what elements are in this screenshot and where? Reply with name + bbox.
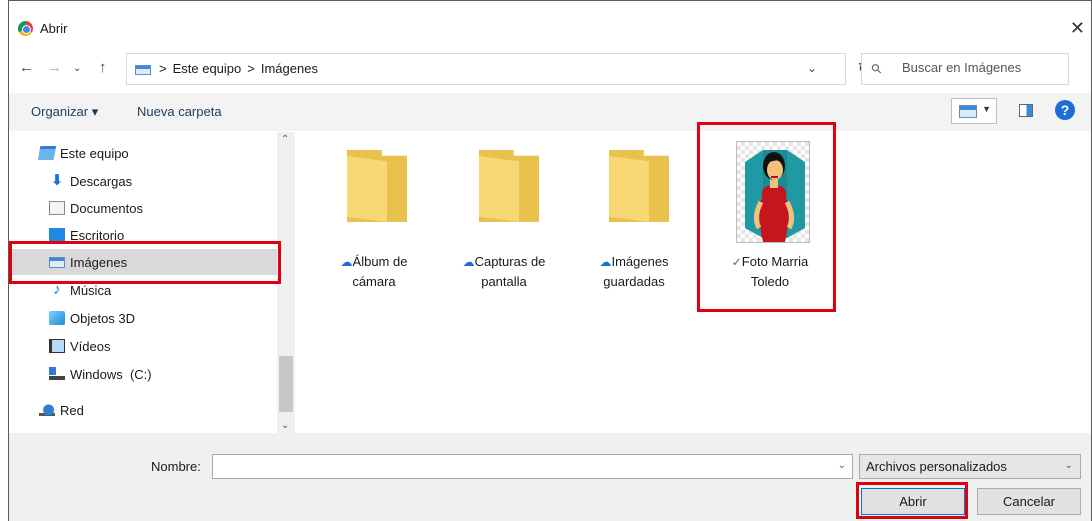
sidebar-item-label: Música: [70, 282, 112, 298]
chevron-down-icon[interactable]: ⌄: [838, 460, 846, 471]
sidebar-item-label: Red: [60, 402, 84, 418]
folder-icon: [347, 150, 407, 222]
organize-menu[interactable]: Organizar ▾: [31, 104, 98, 120]
sidebar-item-imagenes[interactable]: Imágenes: [9, 249, 277, 275]
file-name: ✓Foto Marria Toledo: [731, 254, 809, 289]
scroll-down-icon[interactable]: ⌄: [281, 420, 289, 431]
scrollbar-thumb[interactable]: [279, 356, 293, 412]
file-type-select[interactable]: Archivos personalizados ⌄: [859, 454, 1081, 479]
sidebar-item-label: Descargas: [70, 173, 133, 189]
address-dropdown-icon[interactable]: ⌄: [807, 61, 817, 75]
sidebar-item-label: Objetos 3D: [70, 310, 136, 326]
file-list: ☁Álbum de cámara ☁Capturas de pantalla ☁Im…: [299, 132, 1089, 433]
cloud-icon: ☁: [340, 255, 353, 269]
breadcrumb-separator: >: [247, 61, 255, 76]
pictures-location-icon: [135, 65, 151, 75]
sidebar-item-descargas[interactable]: ⬇ Descargas: [9, 168, 277, 194]
scroll-up-icon[interactable]: ⌃: [281, 134, 289, 145]
sidebar-item-label: Escritorio: [70, 227, 125, 243]
chevron-down-icon: ⌄: [1064, 460, 1073, 471]
search-input[interactable]: [902, 60, 1062, 75]
desktop-icon: [49, 228, 65, 242]
close-icon[interactable]: ✕: [1070, 19, 1085, 37]
breadcrumb-este-equipo[interactable]: Este equipo: [173, 61, 242, 76]
sidebar-item-objetos-3d[interactable]: Objetos 3D: [9, 305, 277, 331]
file-type-value: Archivos personalizados: [866, 459, 1007, 474]
drive-icon: [49, 367, 65, 381]
file-name: ☁Imágenes guardadas: [599, 254, 669, 289]
arrow-left-icon[interactable]: ←: [19, 59, 34, 76]
chrome-icon: [18, 21, 33, 36]
folder-imagenes-guardadas[interactable]: ☁Imágenes guardadas: [579, 132, 689, 292]
file-name-combobox[interactable]: ⌄: [212, 454, 853, 479]
photo-thumbnail[interactable]: [736, 141, 810, 243]
address-bar[interactable]: > Este equipo > Imágenes ⌄ ↻: [126, 53, 871, 85]
sidebar-item-este-equipo[interactable]: Este equipo: [9, 140, 277, 166]
new-folder-button[interactable]: Nueva carpeta: [137, 104, 222, 119]
navigation-pane: Este equipo ⬇ Descargas Documentos Escri…: [9, 132, 297, 433]
sidebar-item-windows-c[interactable]: Windows (C:): [9, 361, 277, 387]
title-bar: Abrir ✕: [9, 1, 1091, 45]
breadcrumb-separator: >: [159, 61, 167, 76]
breadcrumb-imagenes[interactable]: Imágenes: [261, 61, 318, 76]
documents-icon: [49, 201, 65, 215]
sidebar-item-label: Vídeos: [70, 338, 111, 354]
cloud-icon: ☁: [599, 255, 612, 269]
folder-icon: [479, 150, 539, 222]
sidebar-item-red[interactable]: Red: [9, 397, 277, 423]
arrow-up-icon[interactable]: ↑: [99, 59, 107, 76]
breadcrumb: > Este equipo > Imágenes: [159, 61, 318, 76]
sidebar-item-label: Windows (C:): [70, 366, 152, 382]
sidebar-item-documentos[interactable]: Documentos: [9, 195, 277, 221]
music-icon: ♪: [53, 281, 61, 298]
folder-icon: [609, 150, 669, 222]
preview-pane-icon[interactable]: [1019, 104, 1033, 117]
download-icon: ⬇: [50, 172, 64, 189]
file-name: ☁Álbum de cámara: [340, 254, 408, 289]
help-icon[interactable]: ?: [1055, 100, 1075, 120]
network-icon: [39, 403, 55, 417]
file-name-label: Nombre:: [151, 459, 201, 474]
sidebar-item-label: Imágenes: [70, 254, 128, 270]
file-name: ☁Capturas de pantalla: [462, 254, 546, 289]
caret-down-icon: ▼: [982, 104, 991, 114]
search-box[interactable]: ⚲: [861, 53, 1069, 85]
cloud-icon: ☁: [462, 255, 475, 269]
sidebar-item-label: Documentos: [70, 200, 143, 216]
file-name-input[interactable]: [213, 455, 823, 477]
check-circle-icon: ✓: [731, 255, 742, 269]
sidebar-scrollbar[interactable]: ⌃ ⌄: [277, 132, 295, 433]
view-icon: [959, 105, 977, 118]
sidebar-item-escritorio[interactable]: Escritorio: [9, 222, 277, 248]
sidebar-item-videos[interactable]: Vídeos: [9, 333, 277, 359]
sidebar-item-musica[interactable]: ♪ Música: [9, 277, 277, 303]
command-bar: Organizar ▾ Nueva carpeta ▼ ?: [9, 93, 1091, 131]
3d-objects-icon: [49, 311, 65, 325]
cancel-button[interactable]: Cancelar: [977, 488, 1081, 515]
window-title: Abrir: [40, 21, 68, 36]
folder-capturas-de-pantalla[interactable]: ☁Capturas de pantalla: [449, 132, 559, 292]
navigation-bar: ← → ⌄ ↑ > Este equipo > Imágenes ⌄ ↻ ⚲: [9, 49, 1091, 91]
sidebar-item-label: Este equipo: [60, 145, 129, 161]
chevron-down-icon[interactable]: ⌄: [73, 63, 81, 74]
videos-icon: [49, 339, 65, 353]
folder-album-de-camara[interactable]: ☁Álbum de cámara: [319, 132, 429, 292]
dialog-footer: Nombre: ⌄ Archivos personalizados ⌄ Abri…: [9, 433, 1091, 521]
pictures-icon: [49, 256, 65, 268]
computer-icon: [37, 146, 57, 160]
open-button[interactable]: Abrir: [861, 488, 965, 515]
search-icon: ⚲: [867, 59, 886, 78]
woman-portrait-icon: [745, 150, 805, 242]
arrow-right-icon[interactable]: →: [47, 59, 62, 76]
file-open-dialog: Abrir ✕ ← → ⌄ ↑ > Este equipo > Imágenes…: [8, 0, 1092, 521]
change-view-button[interactable]: ▼: [951, 98, 997, 124]
